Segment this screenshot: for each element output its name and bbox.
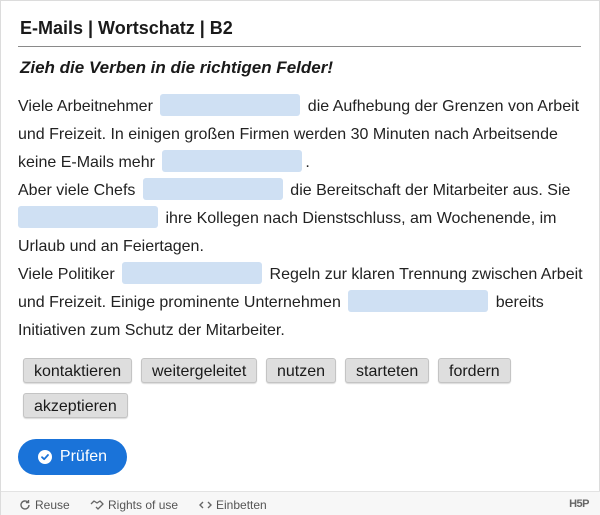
handshake-icon xyxy=(90,499,104,511)
check-icon xyxy=(37,450,52,464)
code-icon xyxy=(199,499,212,511)
drop-zone-4[interactable] xyxy=(18,206,158,228)
footer-bar: Reuse Rights of use Einbetten H5P xyxy=(1,491,600,515)
drop-zone-2[interactable] xyxy=(162,150,303,172)
draggable-word[interactable]: starteten xyxy=(345,358,430,383)
draggable-word[interactable]: kontaktieren xyxy=(23,358,133,383)
text-segment: Viele Arbeitnehmer xyxy=(18,98,158,115)
rights-label: Rights of use xyxy=(108,498,179,512)
title-divider xyxy=(18,46,581,47)
drop-zone-3[interactable] xyxy=(142,178,283,200)
paragraph-1: Viele Arbeitnehmer die Aufhebung der Gre… xyxy=(18,93,584,177)
embed-link[interactable]: Einbetten xyxy=(199,498,267,512)
text-segment: Viele Politiker xyxy=(18,266,120,283)
paragraph-3: Viele Politiker Regeln zur klaren Trennu… xyxy=(18,261,584,345)
reuse-label: Reuse xyxy=(35,498,70,512)
text-segment: . xyxy=(305,154,310,171)
check-button-label: Prüfen xyxy=(59,448,108,465)
reuse-icon xyxy=(19,499,31,511)
text-segment: die Bereitschaft der Mitarbeiter aus. Si… xyxy=(285,182,571,199)
draggable-word[interactable]: akzeptieren xyxy=(23,393,128,418)
drop-zone-1[interactable] xyxy=(160,94,301,116)
drop-zone-6[interactable] xyxy=(348,290,489,312)
reuse-link[interactable]: Reuse xyxy=(19,498,70,512)
task-instruction: Zieh die Verben in die richtigen Felder! xyxy=(20,58,333,77)
embed-label: Einbetten xyxy=(216,498,267,512)
drop-zone-5[interactable] xyxy=(122,262,263,284)
draggable-word[interactable]: weitergeleitet xyxy=(141,358,258,383)
page-title: E-Mails | Wortschatz | B2 xyxy=(20,18,233,38)
check-button[interactable]: Prüfen xyxy=(18,439,127,475)
paragraph-2: Aber viele Chefs die Bereitschaft der Mi… xyxy=(18,177,584,261)
drag-text: Viele Arbeitnehmer die Aufhebung der Gre… xyxy=(18,93,584,345)
text-segment: Aber viele Chefs xyxy=(18,182,140,199)
rights-of-use-link[interactable]: Rights of use xyxy=(90,498,178,512)
h5p-container: E-Mails | Wortschatz | B2 Zieh die Verbe… xyxy=(0,0,600,515)
draggable-word[interactable]: fordern xyxy=(438,358,511,383)
draggable-word[interactable]: nutzen xyxy=(266,358,337,383)
h5p-logo[interactable]: H5P xyxy=(569,498,589,510)
